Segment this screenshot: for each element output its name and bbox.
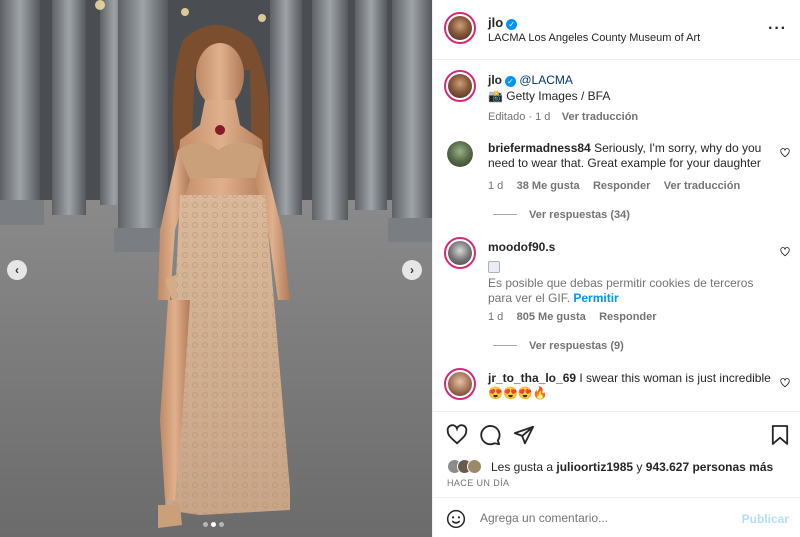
author-avatar[interactable] bbox=[444, 12, 476, 44]
comment-time: 1 d bbox=[488, 311, 504, 323]
previous-photo-button[interactable]: ‹ bbox=[7, 260, 27, 280]
comment-icon[interactable] bbox=[479, 424, 501, 446]
comment-1: briefermadness84 Seriously, I'm sorry, w… bbox=[488, 141, 773, 171]
commenter-avatar[interactable] bbox=[447, 141, 473, 167]
caption-edited-time: Editado · 1 d bbox=[488, 111, 551, 123]
carousel-dot bbox=[203, 522, 208, 527]
comment-2-meta: 1 d 805 Me gusta Responder bbox=[488, 309, 657, 323]
view-replies-1[interactable]: Ver respuestas (34) bbox=[493, 207, 630, 221]
comment-username[interactable]: briefermadness84 bbox=[488, 141, 591, 155]
action-bar: Les gusta a julioortiz1985 y 943.627 per… bbox=[433, 411, 800, 497]
comment-time: 1 d bbox=[488, 180, 504, 192]
post-photo[interactable]: ‹ › bbox=[0, 0, 432, 537]
carousel-dots bbox=[203, 522, 224, 527]
view-replies-2[interactable]: Ver respuestas (9) bbox=[493, 338, 624, 352]
emoji-icon[interactable] bbox=[446, 509, 466, 529]
chevron-right-icon: › bbox=[410, 263, 414, 277]
translate-button[interactable]: Ver traducción bbox=[664, 180, 740, 192]
liked-by: Les gusta a julioortiz1985 y 943.627 per… bbox=[491, 460, 773, 474]
comment-likes[interactable]: 38 Me gusta bbox=[517, 180, 580, 192]
view-replies-label: Ver respuestas (9) bbox=[529, 340, 624, 352]
liked-by-count[interactable]: 943.627 personas más bbox=[646, 460, 773, 474]
post-location[interactable]: LACMA Los Angeles County Museum of Art bbox=[488, 32, 700, 44]
comment-1-meta: 1 d 38 Me gusta Responder Ver traducción bbox=[488, 178, 740, 192]
verified-icon: ✓ bbox=[505, 76, 516, 87]
caption-body: Getty Images / BFA bbox=[506, 89, 611, 103]
author-username[interactable]: jlo bbox=[488, 15, 503, 30]
like-comment-icon[interactable] bbox=[780, 247, 790, 257]
more-options-icon[interactable]: ··· bbox=[768, 20, 787, 38]
liked-by-prefix: Les gusta a bbox=[491, 460, 554, 474]
post-header: jlo ✓ LACMA Los Angeles County Museum of … bbox=[433, 0, 800, 60]
add-comment-bar: Publicar bbox=[433, 497, 800, 537]
post-sidebar: jlo ✓ LACMA Los Angeles County Museum of … bbox=[432, 0, 800, 537]
post-timestamp[interactable]: HACE UN DÍA bbox=[447, 478, 509, 488]
comment-username[interactable]: moodof90.s bbox=[488, 240, 555, 254]
comment-username[interactable]: jr_to_tha_lo_69 bbox=[488, 371, 576, 385]
caption-mention[interactable]: @LACMA bbox=[519, 73, 573, 87]
caption-username[interactable]: jlo bbox=[488, 73, 502, 87]
comment-3: jr_to_tha_lo_69 I swear this woman is ju… bbox=[488, 371, 773, 401]
commenter-avatar[interactable] bbox=[444, 237, 476, 269]
reply-button[interactable]: Responder bbox=[599, 311, 656, 323]
chevron-left-icon: ‹ bbox=[15, 263, 19, 277]
view-replies-label: Ver respuestas (34) bbox=[529, 209, 630, 221]
caption-line: jlo ✓ @LACMA bbox=[488, 73, 573, 87]
heart-icon[interactable] bbox=[446, 424, 468, 446]
post-image bbox=[0, 0, 432, 537]
share-icon[interactable] bbox=[513, 424, 535, 446]
commenter-avatar[interactable] bbox=[444, 368, 476, 400]
caption-avatar[interactable] bbox=[444, 70, 476, 102]
reply-button[interactable]: Responder bbox=[593, 180, 650, 192]
caption-translate-link[interactable]: Ver traducción bbox=[562, 111, 638, 123]
bookmark-icon[interactable] bbox=[771, 424, 789, 446]
publish-button[interactable]: Publicar bbox=[742, 512, 789, 526]
broken-gif-icon bbox=[488, 261, 500, 273]
allow-cookies-link[interactable]: Permitir bbox=[573, 291, 618, 305]
carousel-dot bbox=[219, 522, 224, 527]
liked-by-mid: y bbox=[636, 460, 643, 474]
next-photo-button[interactable]: › bbox=[402, 260, 422, 280]
liked-by-user[interactable]: julioortiz1985 bbox=[556, 460, 633, 474]
verified-icon: ✓ bbox=[506, 19, 518, 30]
gif-notice-text: Es posible que debas permitir cookies de… bbox=[488, 276, 754, 305]
like-comment-icon[interactable] bbox=[780, 148, 790, 158]
carousel-dot-active bbox=[211, 522, 216, 527]
caption-text: 📸 Getty Images / BFA bbox=[488, 89, 610, 103]
liked-by-avatars bbox=[447, 459, 487, 475]
comment-input[interactable] bbox=[480, 509, 730, 527]
camera-emoji: 📸 bbox=[488, 89, 503, 103]
like-comment-icon[interactable] bbox=[780, 378, 790, 388]
comment-likes[interactable]: 805 Me gusta bbox=[517, 311, 586, 323]
gif-notice: Es posible que debas permitir cookies de… bbox=[488, 276, 773, 306]
